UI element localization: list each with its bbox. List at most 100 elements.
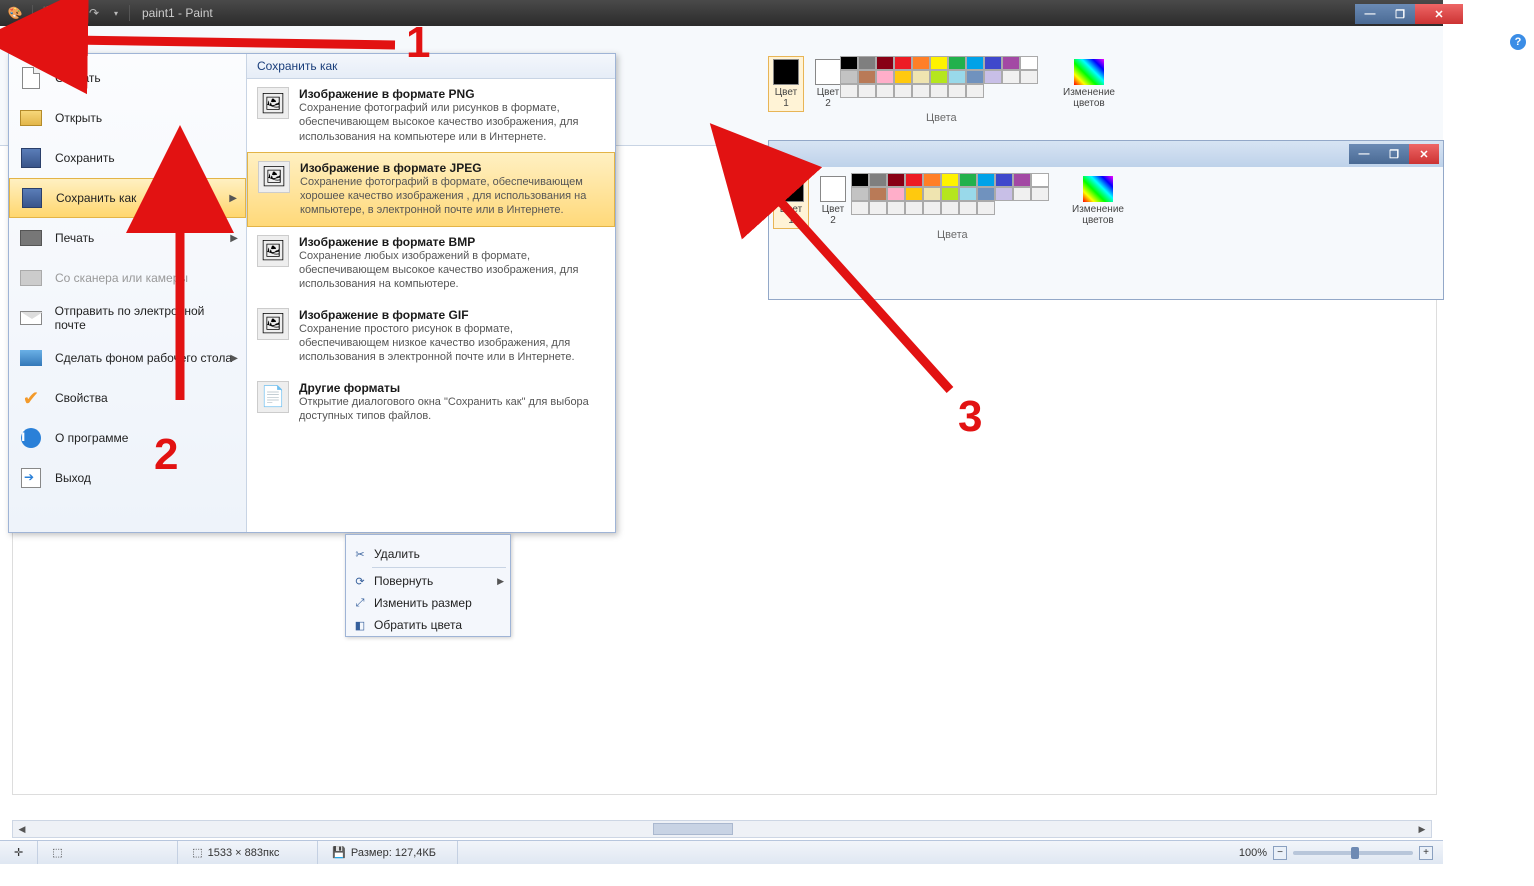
color-swatch[interactable] — [905, 187, 923, 201]
file-menu-item-0[interactable]: Создать — [9, 58, 246, 98]
color-swatch[interactable] — [977, 173, 995, 187]
color-swatch[interactable] — [876, 56, 894, 70]
color-swatch[interactable] — [851, 173, 869, 187]
color-swatch[interactable] — [858, 70, 876, 84]
color-swatch[interactable] — [966, 84, 984, 98]
color-swatch[interactable] — [1002, 56, 1020, 70]
scroll-right-arrow[interactable]: ▶ — [1413, 821, 1431, 837]
color-swatch[interactable] — [930, 56, 948, 70]
minimize-button[interactable]: — — [1355, 4, 1385, 24]
color-swatch[interactable] — [869, 201, 887, 215]
saveas-option-1[interactable]: 🖼Изображение в формате JPEGСохранение фо… — [247, 152, 615, 227]
file-menu-item-7[interactable]: Сделать фоном рабочего стола▶ — [9, 338, 246, 378]
context-item-2[interactable]: ⤢Изменить размер — [346, 592, 510, 614]
saveas-option-2[interactable]: 🖼Изображение в формате BMPСохранение люб… — [247, 227, 615, 300]
color-swatch[interactable] — [984, 70, 1002, 84]
scroll-left-arrow[interactable]: ◀ — [13, 821, 31, 837]
ctx-cut-hidden[interactable] — [346, 535, 510, 543]
context-item-0[interactable]: ✂Удалить — [346, 543, 510, 565]
color-swatch[interactable] — [930, 84, 948, 98]
color-swatch[interactable] — [887, 187, 905, 201]
file-menu-item-9[interactable]: iО программе — [9, 418, 246, 458]
qat-icon[interactable]: 🎨 — [6, 4, 24, 22]
color-swatch[interactable] — [923, 201, 941, 215]
color-swatch[interactable] — [912, 56, 930, 70]
color-swatch[interactable] — [995, 187, 1013, 201]
context-item-1[interactable]: ⟳Повернуть▶ — [346, 570, 510, 592]
color-swatch[interactable] — [930, 70, 948, 84]
zoom-in-button[interactable]: + — [1419, 846, 1433, 860]
file-menu-item-6[interactable]: Отправить по электронной почте — [9, 298, 246, 338]
sec-close-button[interactable]: ✕ — [1409, 144, 1439, 164]
sec-edit-colors-button[interactable]: Изменение цветов — [1067, 173, 1129, 229]
file-menu-item-10[interactable]: Выход — [9, 458, 246, 498]
edit-colors-group[interactable]: Изменение цветов — [1058, 56, 1120, 112]
color-swatch[interactable] — [977, 187, 995, 201]
qat-save-icon[interactable]: 💾 — [41, 4, 59, 22]
saveas-option-4[interactable]: 📄Другие форматыОткрытие диалогового окна… — [247, 373, 615, 432]
scroll-thumb[interactable] — [653, 823, 733, 835]
file-menu-item-3[interactable]: Сохранить как▶ — [9, 178, 246, 218]
color-swatch[interactable] — [858, 56, 876, 70]
color-swatch[interactable] — [995, 173, 1013, 187]
color-swatch[interactable] — [1013, 187, 1031, 201]
color-swatch[interactable] — [894, 56, 912, 70]
color-swatch[interactable] — [941, 201, 959, 215]
color-swatch[interactable] — [851, 187, 869, 201]
file-menu-button[interactable] — [14, 32, 50, 54]
color-swatch[interactable] — [959, 187, 977, 201]
color-swatch[interactable] — [1020, 56, 1038, 70]
sec-maximize-button[interactable]: ❐ — [1379, 144, 1409, 164]
color1-button[interactable]: Цвет 1 — [768, 56, 804, 112]
zoom-slider[interactable] — [1293, 851, 1413, 855]
color-swatch[interactable] — [977, 201, 995, 215]
color-swatch[interactable] — [1031, 187, 1049, 201]
file-menu-item-4[interactable]: Печать▶ — [9, 218, 246, 258]
color-swatch[interactable] — [869, 187, 887, 201]
color-swatch[interactable] — [923, 187, 941, 201]
color-swatch[interactable] — [984, 56, 1002, 70]
sec-minimize-button[interactable]: — — [1349, 144, 1379, 164]
color-swatch[interactable] — [894, 84, 912, 98]
help-icon[interactable]: ? — [1510, 34, 1526, 50]
color-swatch[interactable] — [948, 84, 966, 98]
color-swatch[interactable] — [876, 70, 894, 84]
zoom-control[interactable]: 100% − + — [1239, 846, 1433, 860]
color-swatch[interactable] — [876, 84, 894, 98]
color-swatch[interactable] — [1031, 173, 1049, 187]
color-swatch[interactable] — [894, 70, 912, 84]
color-swatch[interactable] — [912, 70, 930, 84]
color-swatch[interactable] — [959, 173, 977, 187]
color-swatch[interactable] — [966, 70, 984, 84]
context-item-3[interactable]: ◧Обратить цвета — [346, 614, 510, 636]
color-swatch[interactable] — [887, 173, 905, 187]
color-swatch[interactable] — [840, 84, 858, 98]
horizontal-scrollbar[interactable]: ◀ ▶ — [12, 820, 1432, 838]
color-swatch[interactable] — [1002, 70, 1020, 84]
color-swatch[interactable] — [959, 201, 977, 215]
close-button[interactable]: ✕ — [1415, 4, 1463, 24]
color-swatch[interactable] — [840, 70, 858, 84]
color-swatch[interactable] — [941, 187, 959, 201]
qat-undo-icon[interactable]: ↶ — [63, 4, 81, 22]
qat-redo-icon[interactable]: ↷ — [85, 4, 103, 22]
color-swatch[interactable] — [869, 173, 887, 187]
color-swatch[interactable] — [851, 201, 869, 215]
sec-color1-button[interactable]: Цвет 1 — [773, 173, 809, 229]
color-swatch[interactable] — [948, 56, 966, 70]
color-swatch[interactable] — [887, 201, 905, 215]
qat-dropdown-icon[interactable]: ▾ — [107, 4, 125, 22]
maximize-button[interactable]: ❐ — [1385, 4, 1415, 24]
color-swatch[interactable] — [912, 84, 930, 98]
color-swatch[interactable] — [840, 56, 858, 70]
saveas-option-3[interactable]: 🖼Изображение в формате GIFСохранение про… — [247, 300, 615, 373]
color-swatch[interactable] — [923, 173, 941, 187]
file-menu-item-8[interactable]: ✔Свойства — [9, 378, 246, 418]
color-swatch[interactable] — [1020, 70, 1038, 84]
color-swatch[interactable] — [1013, 173, 1031, 187]
color-swatch[interactable] — [905, 173, 923, 187]
color-swatch[interactable] — [941, 173, 959, 187]
color-swatch[interactable] — [966, 56, 984, 70]
saveas-option-0[interactable]: 🖼Изображение в формате PNGСохранение фот… — [247, 79, 615, 152]
color-swatch[interactable] — [905, 201, 923, 215]
